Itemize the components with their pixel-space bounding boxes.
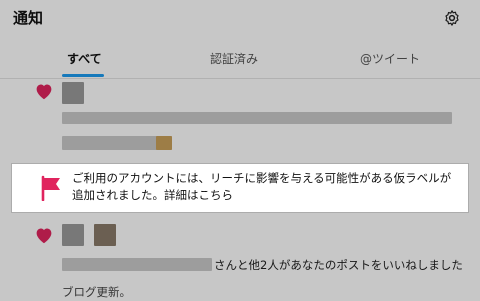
gear-icon[interactable] (443, 9, 461, 27)
redacted-image (156, 136, 172, 150)
dim-overlay (468, 164, 480, 212)
notification-item[interactable] (0, 78, 480, 164)
notice-line-1: ご利用のアカウントには、リーチに影響を与える可能性がある仮ラベルが (72, 171, 452, 185)
page-title: 通知 (13, 9, 44, 27)
notification-item[interactable]: さんと他2人があなたのポストをいいねしました ブログ更新。 (0, 212, 480, 301)
notice-line-2[interactable]: 追加されました。詳細はこちら (72, 187, 462, 204)
tab-all[interactable]: すべて (67, 50, 102, 67)
header: 通知 (0, 0, 480, 38)
avatar[interactable] (94, 224, 116, 246)
tab-verified[interactable]: 認証済み (210, 50, 258, 67)
notice-text: ご利用のアカウントには、リーチに影響を与える可能性がある仮ラベルが 追加されまし… (72, 170, 462, 204)
notifications-page: 通知 すべて 認証済み @ツイート ご利用のアカウントには、リーチに影響を与える… (0, 0, 480, 301)
tab-mentions[interactable]: @ツイート (360, 50, 420, 67)
flag-icon (41, 175, 60, 201)
redacted-username (62, 258, 212, 271)
like-summary: さんと他2人があなたのポストをいいねしました (214, 258, 463, 272)
dim-overlay (0, 164, 12, 212)
post-preview: ブログ更新。 (62, 285, 131, 299)
redacted-text (62, 112, 452, 124)
tab-bar: すべて 認証済み @ツイート (0, 38, 480, 79)
avatar[interactable] (62, 224, 84, 246)
heart-icon (36, 84, 52, 100)
active-tab-indicator (62, 74, 104, 77)
heart-icon (36, 228, 52, 244)
reach-warning-notice[interactable]: ご利用のアカウントには、リーチに影響を与える可能性がある仮ラベルが 追加されまし… (12, 164, 468, 212)
avatar[interactable] (62, 82, 84, 104)
